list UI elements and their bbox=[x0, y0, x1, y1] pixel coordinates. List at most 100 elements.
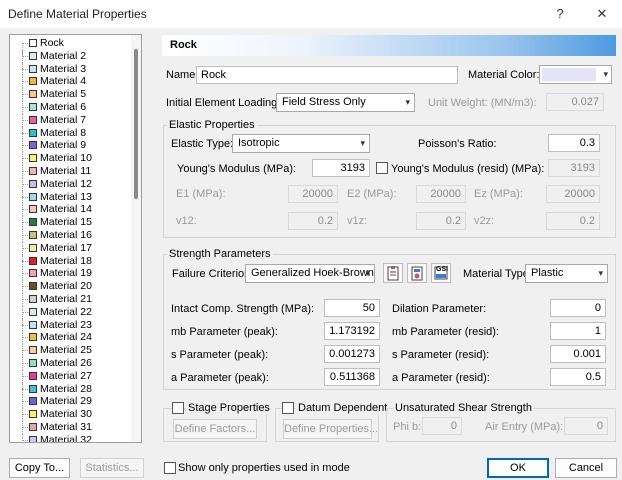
show-only-checkbox[interactable] bbox=[164, 462, 176, 474]
list-item[interactable]: Material 10 bbox=[10, 152, 132, 165]
initial-loading-select[interactable]: Field Stress Only ▾ bbox=[276, 93, 415, 112]
list-item[interactable]: Material 7 bbox=[10, 113, 132, 127]
statistics-button[interactable]: Statistics... bbox=[80, 458, 144, 478]
material-type-select[interactable]: Plastic ▾ bbox=[525, 264, 608, 283]
failure-criterion-select[interactable]: Generalized Hoek-Brown ▾ bbox=[245, 264, 375, 283]
material-color-label: Material Color: bbox=[468, 69, 540, 81]
air-entry-input[interactable]: 0 bbox=[564, 417, 608, 435]
list-item[interactable]: Material 11 bbox=[10, 164, 132, 178]
ez-input[interactable]: 20000 bbox=[546, 185, 600, 203]
datum-dependent-label: Datum Dependent bbox=[296, 402, 390, 414]
list-item[interactable]: Material 26 bbox=[10, 356, 132, 370]
list-item[interactable]: Material 13 bbox=[10, 190, 132, 204]
help-icon[interactable]: ? bbox=[546, 3, 574, 25]
close-icon[interactable]: ✕ bbox=[588, 3, 616, 25]
phib-input[interactable]: 0 bbox=[422, 417, 462, 435]
tree-line bbox=[22, 43, 28, 44]
tree-line bbox=[22, 286, 28, 288]
list-item-label: Material 24 bbox=[40, 331, 92, 344]
failure-criterion-label: Failure Criterion: bbox=[172, 268, 254, 280]
elastic-type-select[interactable]: Isotropic ▾ bbox=[232, 134, 370, 153]
list-item[interactable]: Material 20 bbox=[10, 280, 132, 293]
scrollbar-thumb[interactable] bbox=[134, 49, 138, 199]
list-item[interactable]: Material 27 bbox=[10, 369, 132, 383]
material-color-select[interactable]: ▾ bbox=[539, 65, 612, 84]
s-resid-input[interactable]: 0.001 bbox=[550, 345, 606, 363]
list-item[interactable]: Material 19 bbox=[10, 267, 132, 281]
e2-input[interactable]: 20000 bbox=[416, 185, 466, 203]
mb-peak-input[interactable]: 1.173192 bbox=[324, 322, 380, 340]
datum-dependent-checkbox[interactable] bbox=[282, 402, 294, 414]
s-peak-input[interactable]: 0.001273 bbox=[324, 345, 380, 363]
material-color-swatch bbox=[29, 333, 37, 342]
dilation-input[interactable]: 0 bbox=[550, 299, 606, 317]
ok-button[interactable]: OK bbox=[487, 458, 549, 478]
calculator-icon-button[interactable] bbox=[407, 263, 427, 283]
list-item[interactable]: Material 18 bbox=[10, 254, 132, 268]
clipboard-icon-button[interactable] bbox=[383, 263, 403, 283]
gsi-icon-button[interactable]: GSI bbox=[431, 263, 451, 283]
stage-properties-checkbox[interactable] bbox=[172, 402, 184, 414]
list-item[interactable]: Material 31 bbox=[10, 420, 132, 434]
list-item[interactable]: Material 21 bbox=[10, 292, 132, 306]
define-factors-button[interactable]: Define Factors... bbox=[173, 419, 257, 439]
ucs-input[interactable]: 50 bbox=[324, 299, 380, 317]
v12-input[interactable]: 0.2 bbox=[288, 212, 338, 230]
list-item[interactable]: Material 4 bbox=[10, 75, 132, 89]
list-item-label: Material 20 bbox=[40, 280, 92, 293]
material-color-swatch bbox=[29, 154, 37, 163]
youngs-resid-checkbox[interactable] bbox=[376, 162, 388, 174]
list-item[interactable]: Material 15 bbox=[10, 216, 132, 229]
list-item-label: Material 21 bbox=[40, 292, 92, 305]
list-item[interactable]: Material 16 bbox=[10, 228, 132, 242]
list-item[interactable]: Material 2 bbox=[10, 49, 132, 63]
list-item-label: Material 30 bbox=[40, 408, 92, 421]
v1z-input[interactable]: 0.2 bbox=[416, 212, 466, 230]
chevron-down-icon: ▾ bbox=[603, 69, 608, 79]
poisson-ratio-input[interactable]: 0.3 bbox=[548, 134, 600, 152]
list-item[interactable]: Material 29 bbox=[10, 395, 132, 409]
material-list-scrollbar[interactable] bbox=[131, 35, 141, 442]
list-item[interactable]: Material 25 bbox=[10, 344, 132, 357]
name-input[interactable]: Rock bbox=[196, 66, 458, 84]
list-item[interactable]: Material 24 bbox=[10, 331, 132, 345]
list-item[interactable]: Material 32 bbox=[10, 433, 132, 442]
a-peak-input[interactable]: 0.511368 bbox=[324, 368, 380, 386]
list-item[interactable]: Material 8 bbox=[10, 126, 132, 140]
list-item[interactable]: Material 17 bbox=[10, 241, 132, 255]
unit-weight-input[interactable]: 0.027 bbox=[546, 93, 604, 111]
cancel-button[interactable]: Cancel bbox=[555, 458, 617, 478]
poisson-ratio-label: Poisson's Ratio: bbox=[418, 138, 497, 150]
mb-resid-input[interactable]: 1 bbox=[550, 322, 606, 340]
window-title: Define Material Properties bbox=[8, 7, 147, 21]
list-item-label: Material 3 bbox=[40, 62, 87, 75]
material-color-swatch bbox=[29, 128, 37, 137]
list-item[interactable]: Material 14 bbox=[10, 203, 132, 217]
list-item[interactable]: Material 23 bbox=[10, 318, 132, 332]
material-list[interactable]: Rock Material 2 Material 3 Material 4 Materi… bbox=[9, 34, 142, 443]
list-item[interactable]: Material 30 bbox=[10, 408, 132, 421]
v2z-input[interactable]: 0.2 bbox=[546, 212, 600, 230]
list-item[interactable]: Material 28 bbox=[10, 382, 132, 396]
e1-input[interactable]: 20000 bbox=[288, 185, 338, 203]
a-resid-input[interactable]: 0.5 bbox=[550, 368, 606, 386]
tree-line bbox=[22, 209, 28, 211]
list-item[interactable]: Material 9 bbox=[10, 139, 132, 153]
list-item[interactable]: Material 5 bbox=[10, 88, 132, 101]
copy-to-button[interactable]: Copy To... bbox=[9, 458, 70, 478]
youngs-modulus-input[interactable]: 3193 bbox=[312, 159, 370, 177]
list-item[interactable]: Material 22 bbox=[10, 305, 132, 319]
youngs-resid-input[interactable]: 3193 bbox=[548, 159, 600, 177]
list-item[interactable]: Material 6 bbox=[10, 100, 132, 114]
calculator-icon bbox=[411, 266, 423, 281]
list-item[interactable]: Material 3 bbox=[10, 62, 132, 76]
define-properties-button[interactable]: Define Properties... bbox=[283, 419, 378, 439]
material-type-value: Plastic bbox=[531, 267, 564, 279]
material-color-swatch bbox=[29, 410, 37, 419]
list-item[interactable]: Rock bbox=[10, 37, 132, 56]
list-item-label: Material 7 bbox=[40, 113, 87, 126]
material-color-swatch bbox=[542, 68, 596, 81]
list-item[interactable]: Material 12 bbox=[10, 177, 132, 191]
mb-resid-label: mb Parameter (resid): bbox=[392, 326, 499, 338]
material-color-swatch bbox=[29, 205, 37, 214]
